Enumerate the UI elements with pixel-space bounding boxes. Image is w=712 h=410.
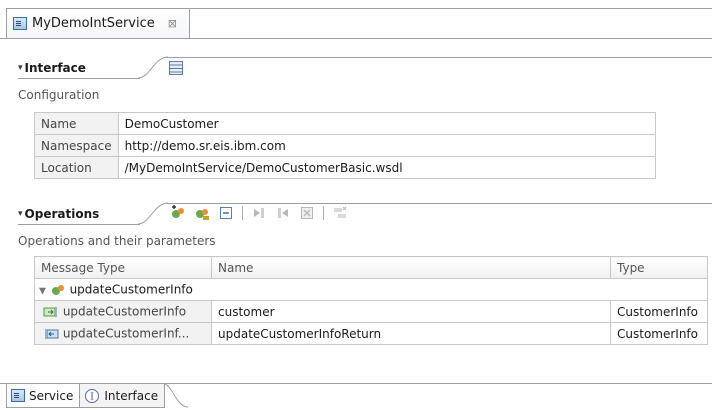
operation-icon [51,284,64,295]
service-editor-icon [13,17,27,30]
interface-title-underline [18,78,140,79]
editor-tab[interactable]: MyDemoIntService ⊠ [6,8,190,38]
collapse-icon[interactable]: ▾ [18,209,23,219]
bottom-tab-curve [164,384,189,408]
config-value[interactable]: http://demo.sr.eis.ibm.com [117,134,656,157]
collapse-icon[interactable]: ▾ [18,63,23,73]
toolbar-separator [242,206,243,220]
column-header-message-type[interactable]: Message Type [34,256,212,279]
tab-interface-label: Interface [104,388,159,403]
operations-toolbar [170,205,348,221]
add-operation-icon[interactable] [170,205,186,221]
column-header-name[interactable]: Name [211,256,611,279]
output-message-icon [45,328,59,339]
param-row-input[interactable]: updateCustomerInfo customer CustomerInfo [34,300,708,323]
operations-section-header[interactable]: ▾ Operations [18,202,99,224]
tab-interface[interactable]: I Interface [80,384,166,408]
param-name[interactable]: updateCustomerInfoReturn [211,322,611,345]
param-message-type: updateCustomerInf... [62,326,190,340]
add-fault-icon[interactable] [299,205,315,221]
operations-title-curve [138,202,168,224]
config-value[interactable]: /MyDemoIntService/DemoCustomerBasic.wsdl [117,156,656,179]
config-key: Namespace [34,134,119,157]
add-input-icon[interactable] [251,205,267,221]
interface-header-line [166,57,712,58]
config-row-name: Name DemoCustomer [34,112,656,135]
config-row-namespace: Namespace http://demo.sr.eis.ibm.com [34,134,656,157]
interface-subtitle: Configuration [18,88,100,102]
config-key: Location [34,156,119,179]
table-view-icon[interactable] [168,60,184,76]
interface-icon: I [85,388,100,403]
editor-tab-title: MyDemoIntService [32,16,155,31]
operation-row[interactable]: ▼ updateCustomerInfo [34,278,708,301]
param-row-output[interactable]: updateCustomerInf... updateCustomerInfoR… [34,322,708,345]
operations-header-line [166,203,712,204]
param-message-type: updateCustomerInfo [62,304,187,318]
expand-icon[interactable]: ▼ [39,286,46,296]
operations-subtitle: Operations and their parameters [18,234,216,248]
bottom-tabs: Service I Interface [6,384,189,408]
operations-section-title: Operations [24,207,100,221]
collapse-all-icon[interactable] [218,205,234,221]
param-type[interactable]: CustomerInfo [610,322,708,345]
service-icon [11,389,25,402]
tab-service-label: Service [29,388,74,403]
configuration-table: Name DemoCustomer Namespace http://demo.… [34,112,656,179]
config-row-location: Location /MyDemoIntService/DemoCustomerB… [34,156,656,179]
operations-title-underline [18,224,140,225]
remove-icon[interactable] [332,205,348,221]
operations-header-row: Message Type Name Type [34,256,708,279]
input-message-icon [43,306,57,317]
column-header-type[interactable]: Type [610,256,708,279]
close-icon[interactable]: ⊠ [168,17,177,30]
operation-name: updateCustomerInfo [69,282,193,296]
toolbar-separator [323,206,324,220]
add-request-response-icon[interactable] [194,205,210,221]
config-value[interactable]: DemoCustomer [117,112,656,135]
tab-service[interactable]: Service [6,384,81,408]
interface-section-header[interactable]: ▾ Interface [18,56,86,78]
tab-strip-top [190,8,712,9]
param-type[interactable]: CustomerInfo [610,300,708,323]
editor-body: ▾ Interface Configuration Name DemoCusto… [18,48,712,368]
svg-text:I: I [91,392,95,402]
param-name[interactable]: customer [211,300,611,323]
config-key: Name [34,112,119,135]
operations-table: Message Type Name Type ▼ updateCustomerI… [34,256,708,345]
tab-strip-divider [0,38,712,39]
interface-section-title: Interface [24,61,86,75]
interface-title-curve [138,56,168,78]
add-output-icon[interactable] [275,205,291,221]
